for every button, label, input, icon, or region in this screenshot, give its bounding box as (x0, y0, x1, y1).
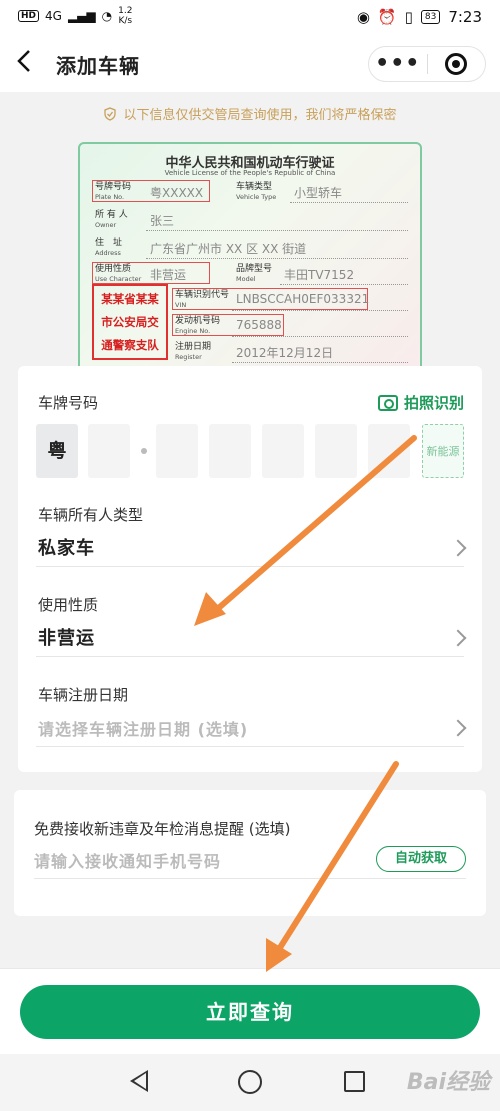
clock: 7:23 (448, 8, 482, 26)
plate-char-box[interactable] (368, 424, 410, 478)
license-engine-value: 765888 (236, 318, 282, 332)
register-date-picker[interactable]: 请选择车辆注册日期 (选填) (38, 716, 248, 740)
watermark: Bai经验 (406, 1070, 490, 1095)
system-nav-bar: Bai经验 (0, 1054, 500, 1111)
divider (36, 746, 464, 747)
wifi-icon: ◔ (101, 9, 113, 23)
plate-input: 粤 新能源 (36, 424, 466, 478)
license-register-label: 注册日期 Register (175, 342, 212, 361)
license-plate-value: 粤XXXXX (150, 186, 204, 200)
network-speed: 1.2 K/s (118, 6, 132, 26)
hd-badge: HD (18, 10, 40, 22)
nav-home-icon[interactable] (238, 1070, 262, 1094)
speed-value: 1.2 (118, 6, 133, 16)
plate-char-box[interactable] (262, 424, 304, 478)
license-address-label: 住 址 Address (95, 238, 123, 257)
use-chevron-icon[interactable] (449, 629, 467, 647)
plate-char-box[interactable] (88, 424, 130, 478)
nav-back-icon[interactable] (130, 1070, 148, 1092)
notify-label: 免费接收新违章及年检消息提醒 (选填) (34, 820, 291, 838)
plate-separator-dot (141, 448, 147, 454)
alarm-icon: ⏰ (377, 8, 397, 26)
plate-char-box[interactable] (209, 424, 251, 478)
back-icon[interactable] (16, 48, 44, 78)
close-program-button[interactable] (427, 53, 485, 75)
new-energy-box[interactable]: 新能源 (422, 424, 464, 478)
license-vin-value: LNBSCCAH0EF033321 (236, 292, 370, 306)
auto-fetch-button[interactable]: 自动获取 (376, 846, 466, 872)
query-button[interactable]: 立即查询 (20, 985, 480, 1039)
submit-bar: 立即查询 (0, 968, 500, 1054)
plate-char-box[interactable] (156, 424, 198, 478)
license-register-value: 2012年12月12日 (236, 346, 334, 360)
license-use-value: 非营运 (150, 268, 187, 282)
license-owner-value: 张三 (150, 214, 175, 228)
register-date-label: 车辆注册日期 (38, 686, 129, 704)
license-vin-label: 车辆识别代号 VIN (175, 290, 230, 309)
network-indicator: 4G (45, 9, 62, 23)
use-label: 使用性质 (38, 596, 99, 614)
speed-unit: K/s (118, 16, 133, 26)
nav-recent-icon[interactable] (344, 1071, 365, 1092)
license-address-value: 广东省广州市 XX 区 XX 街道 (150, 242, 307, 256)
camera-icon (377, 394, 398, 411)
license-sample-image: 中华人民共和国机动车行驶证 Vehicle License of the Peo… (78, 142, 422, 374)
divider (34, 878, 466, 879)
license-owner-label: 所 有 人 Owner (95, 210, 128, 229)
plate-label: 车牌号码 (38, 394, 99, 412)
owner-type-value[interactable]: 私家车 (38, 534, 95, 560)
owner-type-label: 车辆所有人类型 (38, 506, 144, 524)
photo-recognize-button[interactable]: 拍照识别 (377, 392, 464, 413)
status-right: ◉ ⏰ ▯ 83 7:23 (357, 8, 482, 26)
mini-program-capsule: ••• (368, 46, 486, 82)
privacy-notice-text: 以下信息仅供交管局查询使用，我们将严格保密 (123, 108, 397, 123)
license-plate-label: 号牌号码 Plate No. (95, 182, 132, 201)
license-use-label: 使用性质 Use Character (95, 264, 142, 283)
notify-card: 免费接收新违章及年检消息提醒 (选填) 请输入接收通知手机号码 自动获取 (14, 790, 486, 916)
divider (36, 566, 464, 567)
vibrate-icon: ▯ (404, 8, 413, 26)
signal-icon: ▂▄▆ (67, 9, 96, 23)
phone-input[interactable]: 请输入接收通知手机号码 (34, 848, 221, 872)
photo-recognize-label: 拍照识别 (403, 394, 464, 412)
privacy-notice: 以下信息仅供交管局查询使用，我们将严格保密 (0, 104, 500, 123)
license-type-label: 车辆类型 Vehicle Type (236, 182, 277, 201)
vehicle-form: 车牌号码 拍照识别 粤 新能源 车辆所有人类型 私家车 使用性质 非营运 车辆注… (18, 366, 482, 772)
eye-icon: ◉ (356, 8, 370, 26)
license-type-value: 小型轿车 (294, 186, 343, 200)
status-left: HD 4G ▂▄▆ ◔ 1.2 K/s (18, 6, 132, 26)
license-engine-label: 发动机号码 Engine No. (175, 316, 221, 335)
license-subtitle: Vehicle License of the People's Republic… (164, 169, 336, 177)
header: 添加车辆 ••• (0, 36, 500, 92)
status-bar: HD 4G ▂▄▆ ◔ 1.2 K/s ◉ ⏰ ▯ 83 7:23 (0, 0, 500, 36)
divider (36, 656, 464, 657)
license-model-value: 丰田TV7152 (284, 268, 355, 282)
plate-char-box[interactable] (315, 424, 357, 478)
license-model-label: 品牌型号 Model (236, 264, 273, 283)
more-icon[interactable]: ••• (369, 53, 427, 75)
battery-icon: 83 (420, 10, 441, 24)
use-value[interactable]: 非营运 (38, 624, 95, 650)
page-title: 添加车辆 (56, 54, 140, 78)
plate-province-box[interactable]: 粤 (36, 424, 78, 478)
owner-type-chevron-icon[interactable] (449, 539, 467, 557)
police-stamp: 某某省某某 市公安局交 通警察支队 (92, 284, 168, 360)
close-icon (445, 53, 468, 75)
register-date-chevron-icon[interactable] (449, 719, 467, 737)
shield-icon (104, 107, 117, 121)
